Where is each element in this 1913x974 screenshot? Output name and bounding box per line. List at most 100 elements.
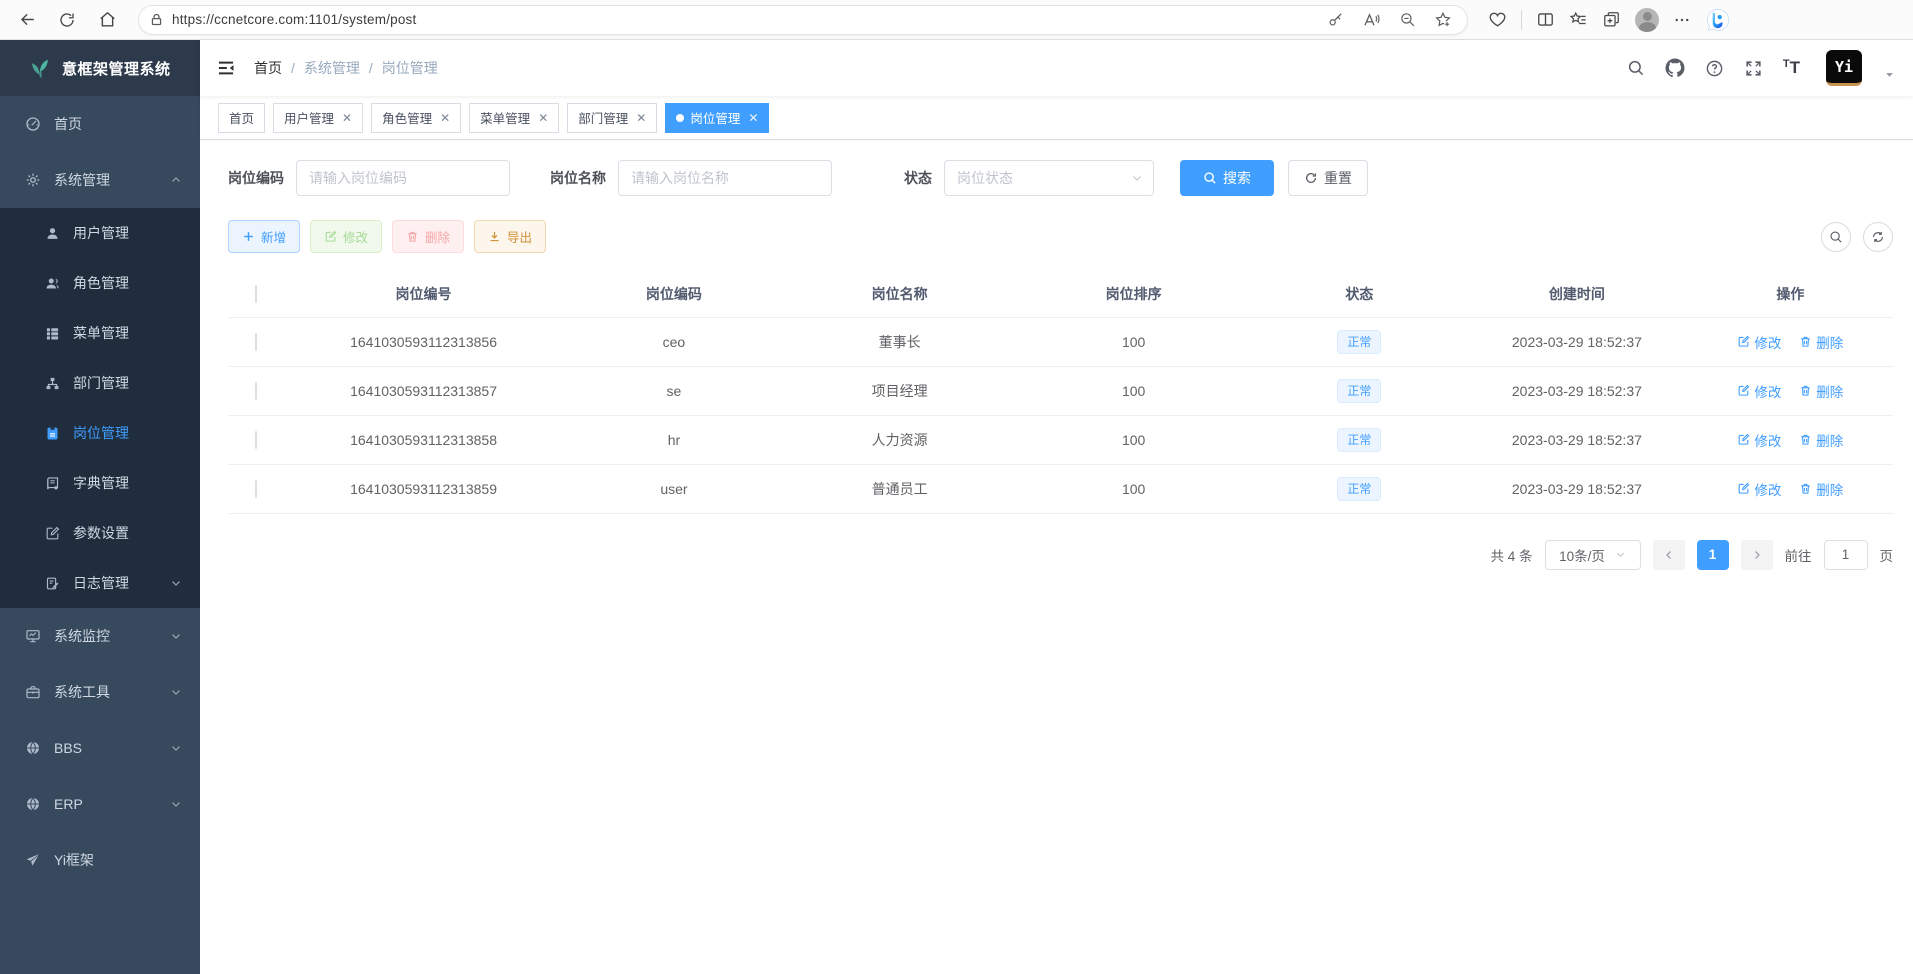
close-icon[interactable]: ✕ bbox=[748, 111, 758, 125]
sidebar-item-role-mgmt[interactable]: 角色管理 bbox=[0, 258, 200, 308]
url-text[interactable]: https://ccnetcore.com:1101/system/post bbox=[172, 12, 1313, 27]
dictionary-icon bbox=[45, 476, 60, 491]
read-aloud-icon[interactable] bbox=[1357, 7, 1385, 33]
lock-icon[interactable] bbox=[149, 12, 164, 27]
row-delete-link[interactable]: 删除 bbox=[1799, 381, 1843, 401]
post-code-input[interactable] bbox=[296, 160, 510, 196]
page-size-select[interactable]: 10条/页 bbox=[1545, 540, 1641, 570]
cell-post-name: 普通员工 bbox=[785, 464, 1015, 513]
plant-logo-icon bbox=[28, 56, 52, 80]
sidebar-item-label: 系统管理 bbox=[54, 170, 110, 190]
sidebar-item-user-mgmt[interactable]: 用户管理 bbox=[0, 208, 200, 258]
row-edit-link[interactable]: 修改 bbox=[1737, 479, 1781, 499]
close-icon[interactable]: ✕ bbox=[440, 111, 450, 125]
password-key-icon[interactable] bbox=[1321, 7, 1349, 33]
row-checkbox[interactable] bbox=[255, 333, 257, 351]
row-delete-label: 删除 bbox=[1816, 332, 1843, 352]
show-search-toggle-button[interactable] bbox=[1821, 222, 1851, 252]
edit-button[interactable]: 修改 bbox=[310, 220, 382, 253]
search-button[interactable]: 搜索 bbox=[1180, 160, 1274, 196]
tab-menu-mgmt[interactable]: 菜单管理✕ bbox=[469, 103, 559, 133]
sidebar-item-yi-framework[interactable]: Yi框架 bbox=[0, 832, 200, 888]
add-button[interactable]: 新增 bbox=[228, 220, 300, 253]
table-row: 1641030593112313856 ceo 董事长 100 正常 2023-… bbox=[228, 317, 1893, 366]
next-page-button[interactable] bbox=[1741, 540, 1773, 570]
avatar-caret-icon[interactable] bbox=[1884, 69, 1895, 80]
browser-profile-avatar[interactable] bbox=[1635, 8, 1659, 32]
fullscreen-icon[interactable] bbox=[1744, 59, 1763, 78]
text-size-icon[interactable]: TT bbox=[1783, 58, 1800, 78]
split-screen-icon[interactable] bbox=[1536, 10, 1555, 29]
address-bar[interactable]: https://ccnetcore.com:1101/system/post bbox=[138, 5, 1468, 35]
refresh-table-button[interactable] bbox=[1863, 222, 1893, 252]
breadcrumb-home[interactable]: 首页 bbox=[254, 58, 282, 78]
current-page-button[interactable]: 1 bbox=[1697, 540, 1729, 570]
sidebar-item-system-monitor[interactable]: 系统监控 bbox=[0, 608, 200, 664]
status-select[interactable]: 岗位状态 bbox=[944, 160, 1154, 196]
row-edit-label: 修改 bbox=[1754, 430, 1781, 450]
app-logo[interactable]: 意框架管理系统 bbox=[0, 40, 200, 96]
tab-dept-mgmt[interactable]: 部门管理✕ bbox=[567, 103, 657, 133]
sidebar-item-label: 系统工具 bbox=[54, 682, 110, 702]
sidebar-item-erp[interactable]: ERP bbox=[0, 776, 200, 832]
github-icon[interactable] bbox=[1665, 58, 1685, 78]
search-icon[interactable] bbox=[1627, 59, 1645, 77]
post-name-input[interactable] bbox=[618, 160, 832, 196]
row-edit-link[interactable]: 修改 bbox=[1737, 430, 1781, 450]
favorites-icon[interactable] bbox=[1569, 10, 1588, 29]
prev-page-button[interactable] bbox=[1653, 540, 1685, 570]
close-icon[interactable]: ✕ bbox=[538, 111, 548, 125]
browser-refresh-button[interactable] bbox=[50, 5, 84, 35]
col-post-name: 岗位名称 bbox=[785, 271, 1015, 317]
tab-post-mgmt[interactable]: 岗位管理✕ bbox=[665, 103, 769, 133]
edit-icon bbox=[1737, 335, 1750, 348]
tab-home[interactable]: 首页 bbox=[218, 103, 265, 133]
tab-role-mgmt[interactable]: 角色管理✕ bbox=[371, 103, 461, 133]
sidebar-item-dict-mgmt[interactable]: 字典管理 bbox=[0, 458, 200, 508]
goto-page-input[interactable] bbox=[1824, 540, 1868, 570]
user-avatar[interactable]: Yi bbox=[1826, 50, 1862, 86]
row-delete-link[interactable]: 删除 bbox=[1799, 332, 1843, 352]
sidebar-item-bbs[interactable]: BBS bbox=[0, 720, 200, 776]
sidebar-item-param-settings[interactable]: 参数设置 bbox=[0, 508, 200, 558]
row-delete-link[interactable]: 删除 bbox=[1799, 479, 1843, 499]
export-button[interactable]: 导出 bbox=[474, 220, 546, 253]
add-favorite-star-icon[interactable] bbox=[1429, 7, 1457, 33]
row-edit-link[interactable]: 修改 bbox=[1737, 381, 1781, 401]
select-all-checkbox[interactable] bbox=[255, 285, 257, 303]
sidebar-item-dept-mgmt[interactable]: 部门管理 bbox=[0, 358, 200, 408]
collections-icon[interactable] bbox=[1602, 10, 1621, 29]
browser-essentials-icon[interactable] bbox=[1488, 10, 1507, 29]
reset-button[interactable]: 重置 bbox=[1288, 160, 1368, 196]
sidebar-item-post-mgmt[interactable]: 岗位管理 bbox=[0, 408, 200, 458]
delete-button[interactable]: 删除 bbox=[392, 220, 464, 253]
sidebar-item-system-mgmt[interactable]: 系统管理 bbox=[0, 152, 200, 208]
close-icon[interactable]: ✕ bbox=[342, 111, 352, 125]
row-delete-link[interactable]: 删除 bbox=[1799, 430, 1843, 450]
search-form: 岗位编码 岗位名称 状态 岗位状态 搜索 重置 bbox=[228, 160, 1893, 196]
breadcrumb-system[interactable]: 系统管理 bbox=[304, 58, 360, 78]
sidebar-item-label: ERP bbox=[54, 796, 83, 812]
bing-chat-icon[interactable] bbox=[1705, 7, 1731, 33]
row-checkbox[interactable] bbox=[255, 480, 257, 498]
refresh-icon bbox=[58, 11, 76, 29]
row-edit-link[interactable]: 修改 bbox=[1737, 332, 1781, 352]
zoom-out-icon[interactable] bbox=[1393, 7, 1421, 33]
browser-back-button[interactable] bbox=[10, 5, 44, 35]
cell-post-code: se bbox=[563, 366, 785, 415]
browser-home-button[interactable] bbox=[90, 5, 124, 35]
sidebar-item-home[interactable]: 首页 bbox=[0, 96, 200, 152]
help-icon[interactable] bbox=[1705, 59, 1724, 78]
sidebar-fold-icon[interactable] bbox=[216, 58, 236, 78]
sidebar-item-menu-mgmt[interactable]: 菜单管理 bbox=[0, 308, 200, 358]
chevron-down-icon bbox=[170, 630, 182, 642]
cell-post-code: ceo bbox=[563, 317, 785, 366]
sidebar-item-log-mgmt[interactable]: 日志管理 bbox=[0, 558, 200, 608]
row-checkbox[interactable] bbox=[255, 382, 257, 400]
user-icon bbox=[45, 226, 60, 241]
browser-menu-dots-icon[interactable] bbox=[1673, 11, 1691, 29]
row-checkbox[interactable] bbox=[255, 431, 257, 449]
tab-user-mgmt[interactable]: 用户管理✕ bbox=[273, 103, 363, 133]
sidebar-item-system-tools[interactable]: 系统工具 bbox=[0, 664, 200, 720]
close-icon[interactable]: ✕ bbox=[636, 111, 646, 125]
